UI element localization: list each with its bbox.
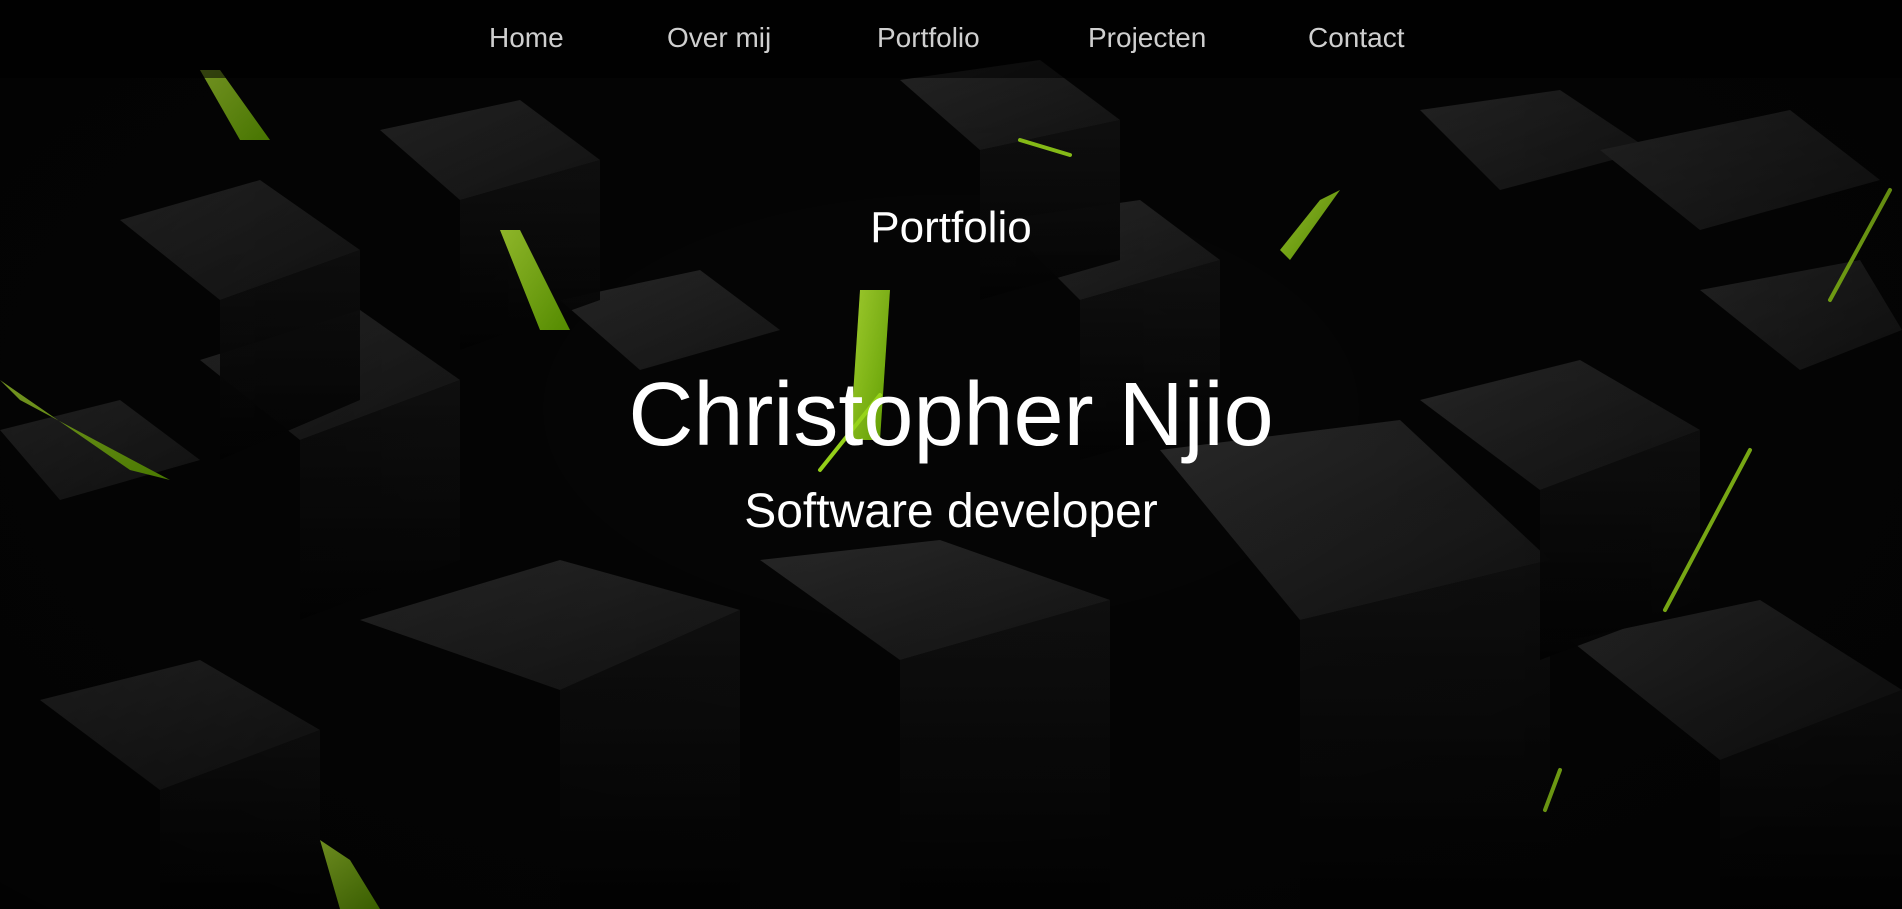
- nav-item-portfolio[interactable]: Portfolio: [877, 20, 980, 56]
- nav-item-contact[interactable]: Contact: [1308, 20, 1405, 56]
- nav-item-projecten[interactable]: Projecten: [1088, 20, 1206, 56]
- hero-subtitle: Software developer: [744, 485, 1158, 538]
- nav-item-home[interactable]: Home: [489, 20, 564, 56]
- page: Home Over mij Portfolio Projecten Contac…: [0, 0, 1902, 909]
- section-title: Portfolio: [870, 203, 1032, 252]
- hero-name-heading: Christopher Njio: [628, 365, 1274, 465]
- top-navigation-bar: Home Over mij Portfolio Projecten Contac…: [0, 0, 1902, 78]
- nav-item-over-mij[interactable]: Over mij: [667, 20, 771, 56]
